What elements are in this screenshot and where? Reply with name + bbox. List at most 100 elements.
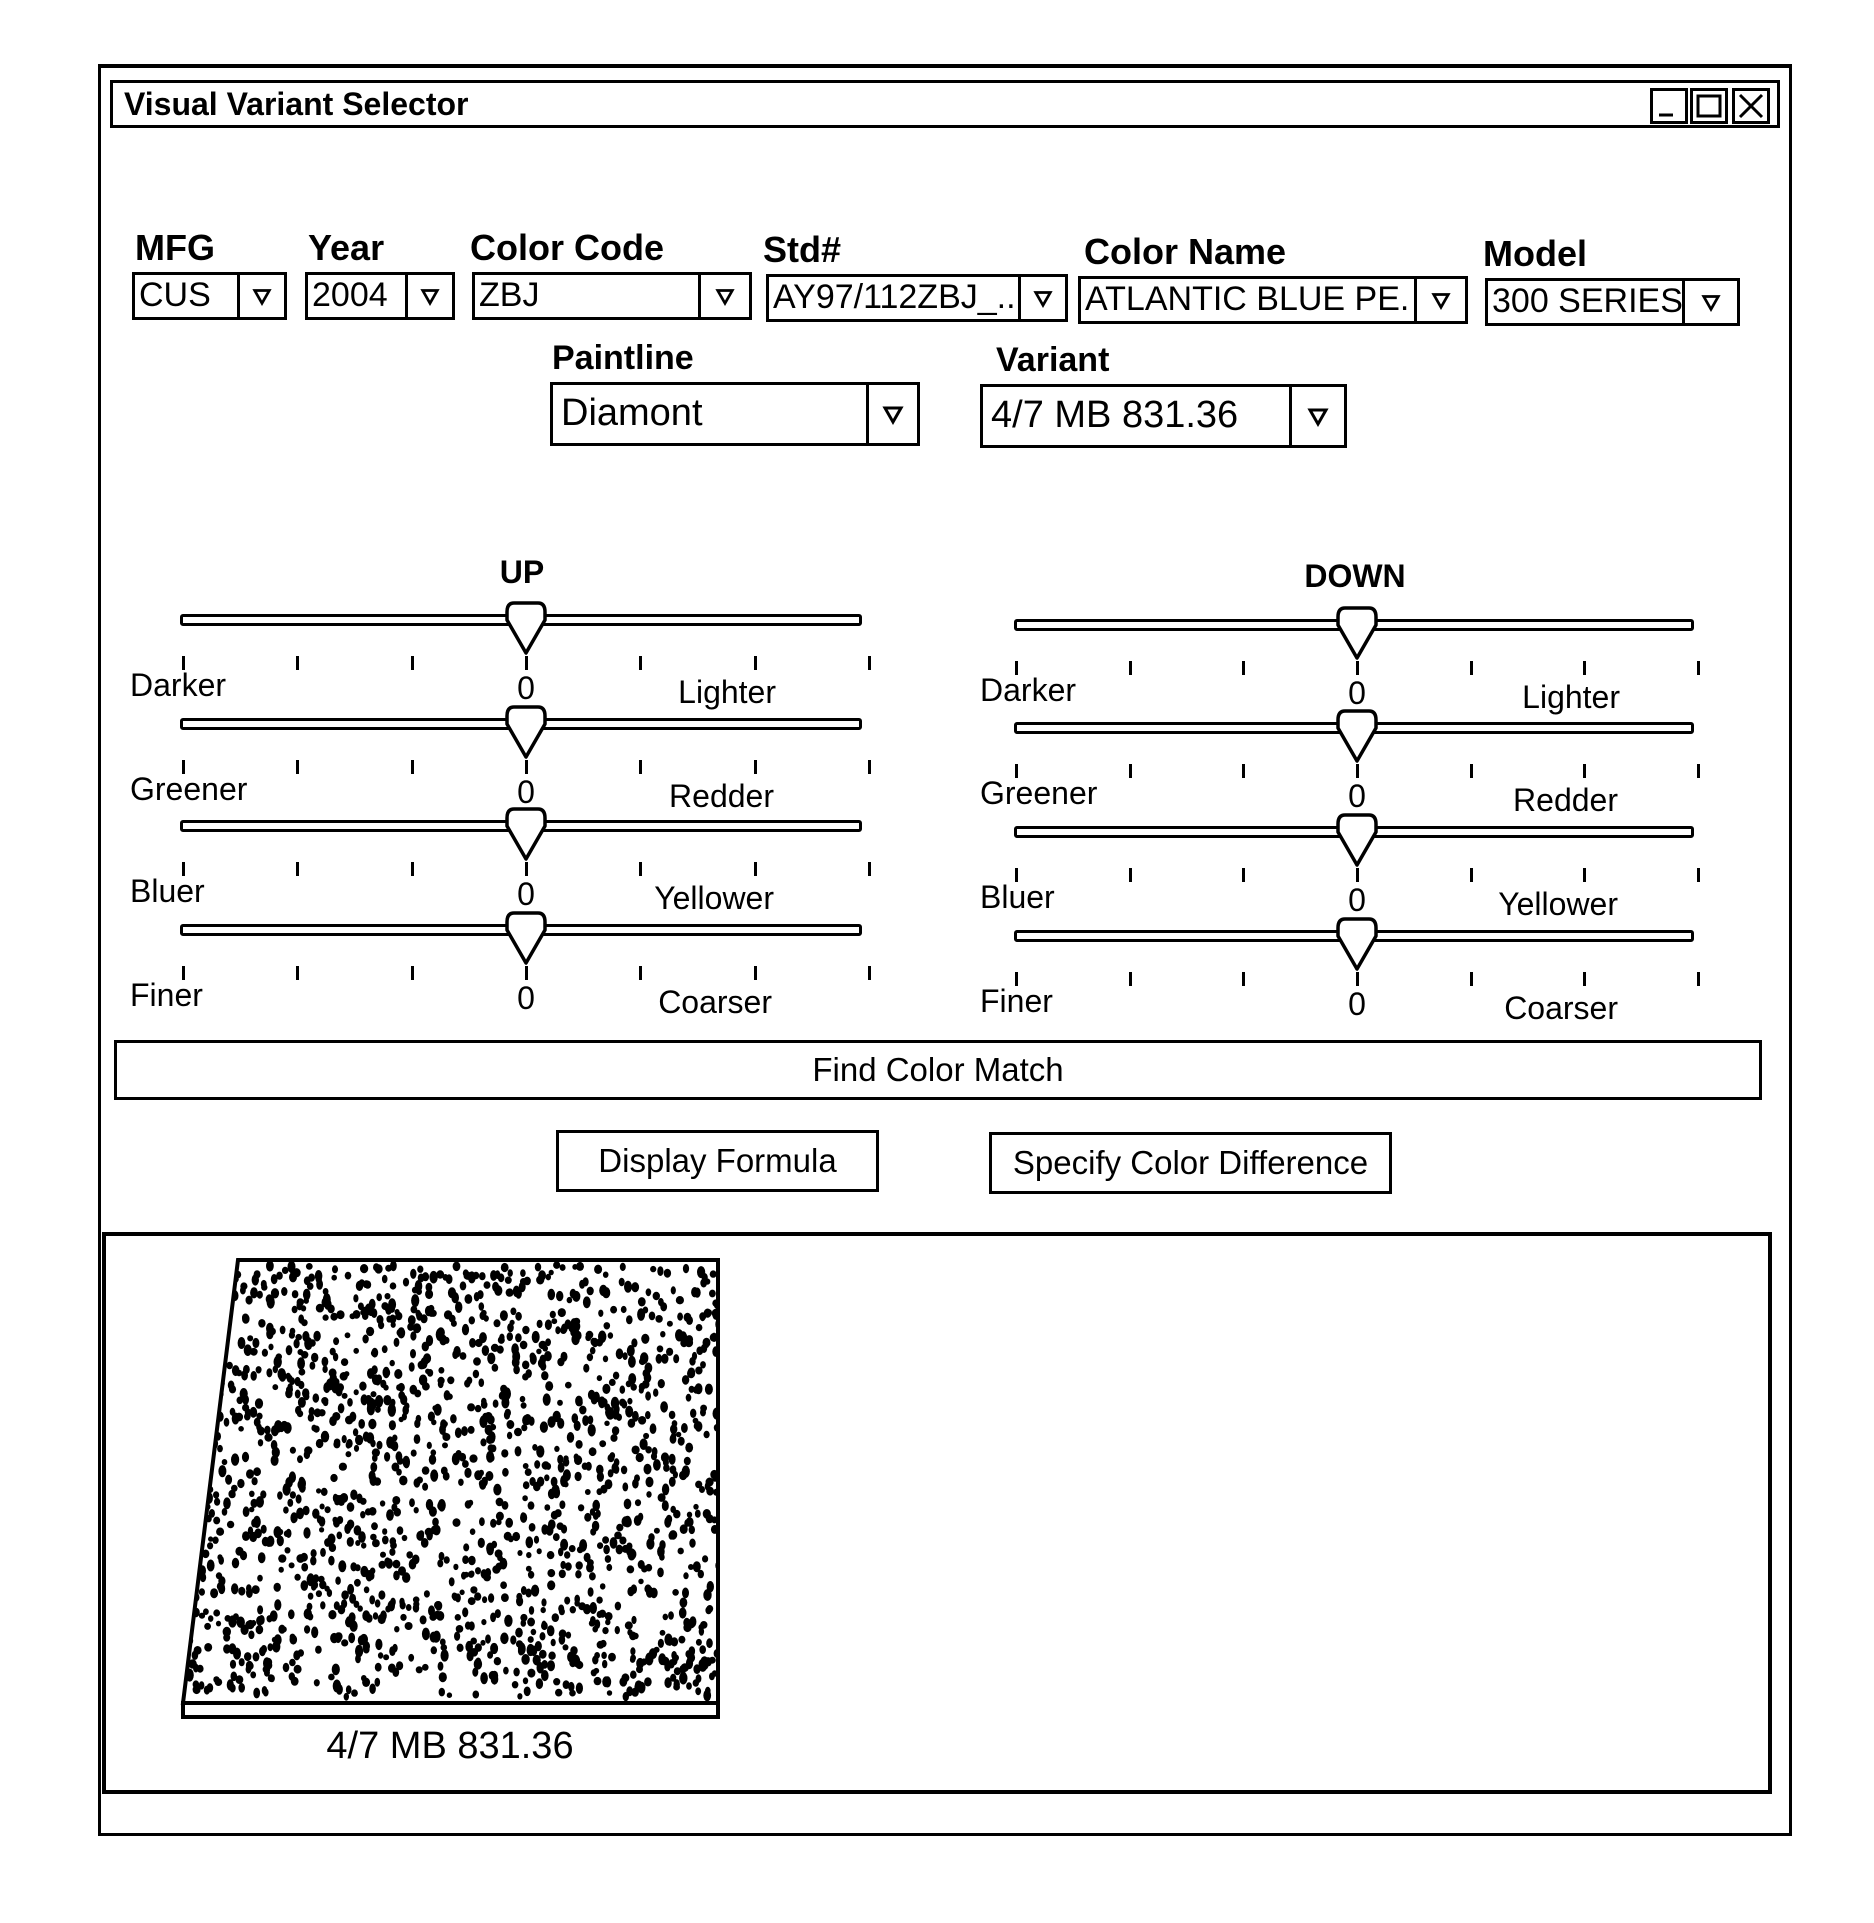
down-greener-slider-thumb[interactable]: [1335, 708, 1379, 764]
flake-dot: [664, 1662, 671, 1672]
flake-dot: [241, 1370, 248, 1381]
color-name-dropdown[interactable]: ATLANTIC BLUE PE.: [1078, 276, 1468, 324]
flake-dot: [473, 1357, 481, 1366]
flake-dot: [281, 1266, 289, 1274]
flake-dot: [525, 1565, 532, 1572]
maximize-button[interactable]: [1690, 88, 1728, 124]
flake-dot: [303, 1297, 309, 1304]
flake-dot: [329, 1347, 336, 1356]
paintline-label: Paintline: [552, 339, 694, 377]
flake-dot: [383, 1654, 390, 1661]
flake-dot: [555, 1688, 563, 1697]
flake-dot: [297, 1357, 305, 1370]
flake-dot: [602, 1659, 608, 1669]
flake-dot: [528, 1523, 536, 1532]
std-dropdown[interactable]: AY97/112ZBJ_..: [766, 274, 1068, 322]
down-finer-slider-thumb[interactable]: [1335, 916, 1379, 972]
flake-dot: [437, 1559, 444, 1568]
specify-color-difference-button[interactable]: Specify Color Difference: [989, 1132, 1392, 1194]
flake-dot: [371, 1347, 379, 1358]
paintline-dropdown[interactable]: Diamont: [550, 382, 920, 446]
flake-dot: [423, 1590, 430, 1598]
flake-dot: [630, 1383, 637, 1391]
flake-dot: [272, 1365, 278, 1374]
model-dropdown[interactable]: 300 SERIES: [1485, 278, 1740, 326]
flake-dot: [527, 1668, 536, 1678]
up-darker-slider-thumb[interactable]: [504, 600, 548, 656]
flake-dot: [192, 1370, 199, 1379]
chevron-down-icon[interactable]: [1289, 387, 1344, 445]
flake-dot: [601, 1651, 607, 1659]
flake-dot: [377, 1613, 386, 1625]
flake-dot: [313, 1408, 322, 1418]
up-finer-slider-thumb[interactable]: [504, 910, 548, 966]
flake-dot: [289, 1633, 296, 1640]
chevron-down-icon[interactable]: [1414, 279, 1465, 321]
flake-dot: [228, 1615, 237, 1628]
chevron-down-icon[interactable]: [237, 275, 284, 317]
flake-dot: [330, 1473, 338, 1483]
minimize-button[interactable]: [1650, 88, 1688, 124]
flake-dot: [363, 1645, 370, 1654]
chevron-down-icon[interactable]: [405, 275, 452, 317]
flake-dot: [359, 1497, 367, 1505]
up-bluer-slider-thumb[interactable]: [504, 806, 548, 862]
chevron-down-icon[interactable]: [698, 275, 749, 317]
flake-dot: [420, 1357, 429, 1366]
flake-dot: [520, 1402, 527, 1409]
flake-dot: [479, 1272, 486, 1281]
year-dropdown[interactable]: 2004: [305, 272, 455, 320]
chevron-down-icon[interactable]: [1682, 281, 1737, 323]
close-button[interactable]: [1732, 88, 1770, 124]
find-color-match-button[interactable]: Find Color Match: [114, 1040, 1762, 1100]
flake-dot: [413, 1507, 419, 1514]
chevron-down-icon[interactable]: [866, 385, 917, 443]
flake-dot: [345, 1415, 354, 1425]
slider-tick: [1697, 972, 1700, 986]
mfg-dropdown[interactable]: CUS: [132, 272, 287, 320]
flake-dot: [396, 1526, 404, 1535]
down-darker-slider-thumb[interactable]: [1335, 605, 1379, 661]
flake-dot: [200, 1409, 206, 1417]
paint-swatch[interactable]: [175, 1255, 735, 1725]
flake-dot: [360, 1565, 369, 1578]
flake-dot: [559, 1500, 566, 1509]
flake-dot: [308, 1407, 315, 1416]
flake-dot: [536, 1275, 545, 1285]
display-formula-button[interactable]: Display Formula: [556, 1130, 879, 1192]
flake-dot: [619, 1398, 626, 1407]
flake-dot: [658, 1653, 667, 1666]
up-greener-slider-thumb[interactable]: [504, 704, 548, 760]
flake-dot: [474, 1470, 483, 1481]
variant-dropdown[interactable]: 4/7 MB 831.36: [980, 384, 1347, 448]
chevron-down-icon[interactable]: [1018, 277, 1065, 319]
flake-dot: [585, 1330, 594, 1339]
flake-dot: [452, 1518, 461, 1527]
slider-tick: [1242, 868, 1246, 882]
flake-dot: [554, 1445, 560, 1452]
flake-dot: [191, 1469, 200, 1479]
flake-dot: [345, 1685, 352, 1695]
flake-dot: [519, 1395, 526, 1403]
flake-dot: [609, 1537, 618, 1549]
flake-dot: [520, 1512, 526, 1521]
flake-dot: [699, 1645, 706, 1654]
flake-dot: [478, 1302, 485, 1311]
color-code-dropdown[interactable]: ZBJ: [472, 272, 752, 320]
flake-dot: [551, 1613, 559, 1622]
flake-dot: [392, 1559, 401, 1569]
flake-dot: [507, 1323, 514, 1333]
color-code-label: Color Code: [470, 227, 664, 268]
flake-dot: [324, 1298, 332, 1310]
flake-dot: [705, 1686, 711, 1695]
flake-dot: [260, 1279, 267, 1289]
flake-dot: [515, 1333, 522, 1343]
flake-dot: [218, 1275, 226, 1283]
flake-dot: [185, 1540, 194, 1550]
up-coarser-label: Coarser: [658, 984, 772, 1020]
down-bluer-slider-thumb[interactable]: [1335, 812, 1379, 868]
flake-dot: [415, 1309, 421, 1318]
flake-dot: [369, 1683, 376, 1695]
flake-dot: [236, 1369, 243, 1377]
flake-dot: [297, 1479, 306, 1491]
